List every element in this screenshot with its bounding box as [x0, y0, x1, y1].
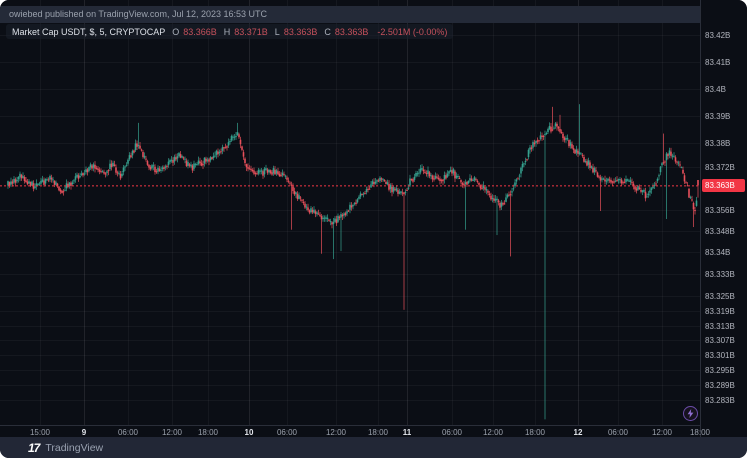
price-tick-label: 83.307B — [705, 336, 735, 345]
time-tick-label: 12 — [574, 428, 583, 437]
attribution-bar: owiebed published on TradingView.com, Ju… — [0, 6, 702, 23]
current-price-badge: 83.363B — [702, 179, 745, 192]
candlestick-chart-canvas[interactable] — [0, 0, 700, 425]
time-tick-label: 12:00 — [326, 428, 346, 437]
time-tick-label: 18:00 — [198, 428, 218, 437]
time-tick-label: 06:00 — [118, 428, 138, 437]
price-tick-label: 83.34B — [705, 248, 730, 257]
price-tick-label: 83.41B — [705, 58, 730, 67]
price-tick-label: 83.295B — [705, 366, 735, 375]
time-tick-label: 18:00 — [368, 428, 388, 437]
time-tick-label: 18:00 — [525, 428, 545, 437]
attribution-text: owiebed published on TradingView.com, Ju… — [9, 9, 267, 19]
chart-pane[interactable]: Market Cap USDT, $, 5, CRYPTOCAP O 83.36… — [0, 0, 700, 425]
symbol-title[interactable]: Market Cap USDT, $, 5, CRYPTOCAP — [12, 27, 165, 37]
time-tick-label: 12:00 — [162, 428, 182, 437]
price-tick-label: 83.348B — [705, 227, 735, 236]
close-label: C — [324, 27, 331, 37]
time-tick-label: 10 — [245, 428, 254, 437]
price-tick-label: 83.42B — [705, 31, 730, 40]
price-tick-label: 83.319B — [705, 307, 735, 316]
price-tick-label: 83.313B — [705, 322, 735, 331]
price-axis[interactable]: 83.363B 83.42B 83.41B 83.4B 83.39B 83.38B 83.… — [700, 0, 747, 437]
time-tick-label: 18:00 — [690, 428, 710, 437]
time-tick-label: 9 — [82, 428, 86, 437]
close-value: 83.363B — [335, 27, 369, 37]
price-tick-label: 83.289B — [705, 381, 735, 390]
time-tick-label: 11 — [403, 428, 411, 437]
tradingview-brand-link[interactable]: TradingView — [45, 442, 103, 454]
boost-button[interactable] — [683, 406, 698, 421]
lightning-icon — [687, 409, 694, 418]
price-tick-label: 83.325B — [705, 292, 735, 301]
high-value: 83.371B — [234, 27, 268, 37]
time-tick-label: 06:00 — [442, 428, 462, 437]
price-tick-label: 83.4B — [705, 85, 726, 94]
time-tick-label: 06:00 — [608, 428, 628, 437]
open-value: 83.366B — [183, 27, 217, 37]
tradingview-logo-icon[interactable]: 17 — [28, 441, 39, 455]
time-tick-label: 12:00 — [483, 428, 503, 437]
time-tick-label: 06:00 — [277, 428, 297, 437]
chart-legend[interactable]: Market Cap USDT, $, 5, CRYPTOCAP O 83.36… — [6, 24, 453, 39]
price-tick-label: 83.372B — [705, 163, 735, 172]
time-tick-label: 15:00 — [30, 428, 50, 437]
price-tick-label: 83.301B — [705, 351, 735, 360]
price-tick-label: 83.38B — [705, 139, 730, 148]
price-tick-label: 83.333B — [705, 270, 735, 279]
change-value: -2.501M (-0.00%) — [377, 27, 447, 37]
low-value: 83.363B — [284, 27, 318, 37]
low-label: L — [275, 27, 280, 37]
high-label: H — [224, 27, 231, 37]
open-label: O — [172, 27, 179, 37]
tradingview-snapshot-card: Market Cap USDT, $, 5, CRYPTOCAP O 83.36… — [0, 0, 747, 458]
price-tick-label: 83.283B — [705, 396, 735, 405]
price-tick-label: 83.356B — [705, 206, 735, 215]
price-tick-label: 83.39B — [705, 112, 730, 121]
time-axis[interactable]: 15:00 9 06:00 12:00 18:00 10 06:00 12:00 18:00 11… — [0, 425, 700, 437]
time-tick-label: 12:00 — [652, 428, 672, 437]
footer-bar: 17 TradingView — [0, 437, 747, 458]
